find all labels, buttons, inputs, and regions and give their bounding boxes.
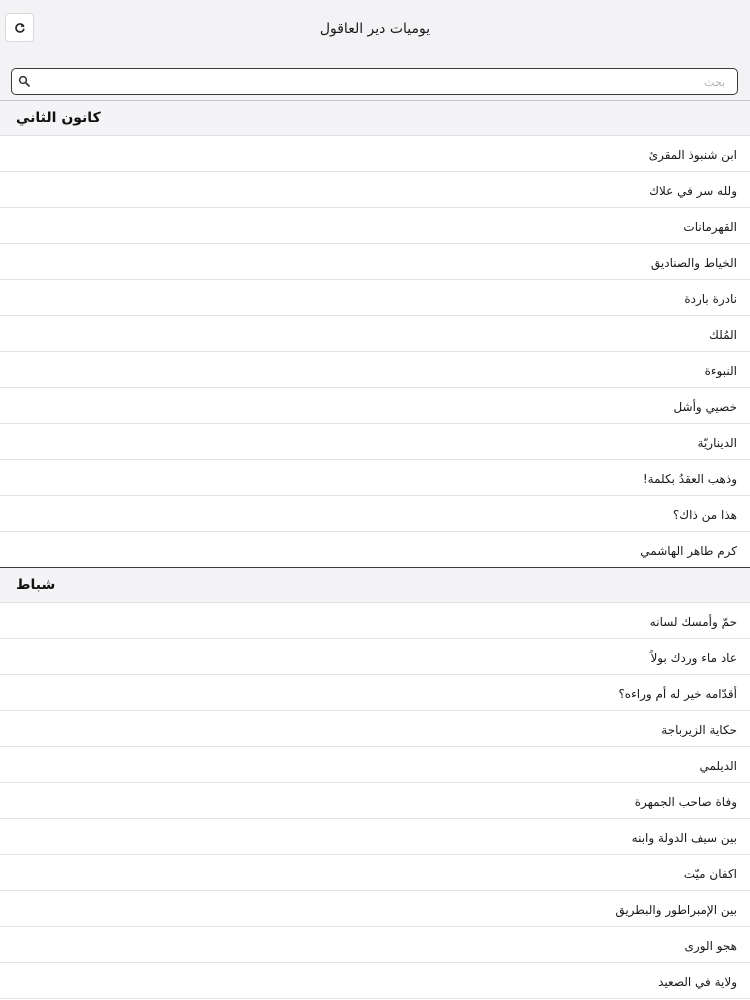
list-item[interactable]: وذهب العقدُ بكلمة! xyxy=(0,460,750,496)
list-item[interactable]: حكاية الزيرباجة xyxy=(0,711,750,747)
list-item[interactable]: خصيي وأشل xyxy=(0,388,750,424)
list-item-label: ابن شنبوذ المقرئ xyxy=(648,148,737,162)
list-item-label: بين سيف الدولة وابنه xyxy=(631,831,737,845)
list-item-label: المُلك xyxy=(708,328,737,342)
list-item[interactable]: كرم طاهر الهاشمي xyxy=(0,532,750,568)
list-item[interactable]: النبوءة xyxy=(0,352,750,388)
list-item-label: وذهب العقدُ بكلمة! xyxy=(642,472,737,486)
list-item-label: خصيي وأشل xyxy=(673,400,737,414)
list-item-label: ولله سر في علاك xyxy=(649,184,737,198)
section-header-january: كانون الثاني xyxy=(0,101,750,136)
section-header-february: شباط xyxy=(0,568,750,603)
list-item[interactable]: وفاة صاحب الجمهرة xyxy=(0,783,750,819)
search-field[interactable] xyxy=(11,68,738,95)
list-item[interactable]: عاد ماء وردك بولاً xyxy=(0,639,750,675)
list-item[interactable]: نادرة باردة xyxy=(0,280,750,316)
list-item[interactable]: اكفان ميّت xyxy=(0,855,750,891)
list-item-label: الخياط والصناديق xyxy=(650,256,737,270)
search-bar xyxy=(0,51,750,101)
list-item[interactable]: الخياط والصناديق xyxy=(0,244,750,280)
list-item-label: الديلمي xyxy=(699,759,737,773)
list: كانون الثاني ابن شنبوذ المقرئ ولله سر في… xyxy=(0,101,750,999)
list-item[interactable]: هذا من ذاك؟ xyxy=(0,496,750,532)
list-item-label: ولاية في الصعيد xyxy=(658,975,737,989)
list-item-label: نادرة باردة xyxy=(684,292,737,306)
list-item[interactable]: الديلمي xyxy=(0,747,750,783)
list-item[interactable]: القهرمانات xyxy=(0,208,750,244)
list-item-label: أقدّامه خير له أم وراءه؟ xyxy=(618,687,737,701)
list-item-label: هذا من ذاك؟ xyxy=(672,508,737,522)
section-title: كانون الثاني xyxy=(16,110,101,126)
section-title: شباط xyxy=(16,577,56,593)
list-item-label: حكاية الزيرباجة xyxy=(661,723,737,737)
page-title: يوميات دير العاقول xyxy=(319,21,431,37)
list-item-label: كرم طاهر الهاشمي xyxy=(640,544,737,558)
list-item-label: عاد ماء وردك بولاً xyxy=(650,651,737,665)
list-item-label: القهرمانات xyxy=(683,220,737,234)
search-input[interactable] xyxy=(38,72,727,93)
list-item[interactable]: حمّ وأمسك لسانه xyxy=(0,603,750,639)
list-item-label: بين الإمبراطور والبطريق xyxy=(615,903,737,917)
list-item[interactable]: ولاية في الصعيد xyxy=(0,963,750,999)
app-window: يوميات دير العاقول كانون الثاني ابن شنبو… xyxy=(0,0,750,1000)
list-item[interactable]: ولله سر في علاك xyxy=(0,172,750,208)
list-item[interactable]: ابن شنبوذ المقرئ xyxy=(0,136,750,172)
list-item[interactable]: أقدّامه خير له أم وراءه؟ xyxy=(0,675,750,711)
list-item-label: الديناريّة xyxy=(697,436,737,450)
list-item[interactable]: الديناريّة xyxy=(0,424,750,460)
search-icon xyxy=(18,75,30,87)
list-item-label: النبوءة xyxy=(704,364,737,378)
list-item[interactable]: هجو الورى xyxy=(0,927,750,963)
navigation-bar: يوميات دير العاقول xyxy=(0,0,750,51)
list-item[interactable]: بين الإمبراطور والبطريق xyxy=(0,891,750,927)
list-item-label: هجو الورى xyxy=(684,939,737,953)
list-item[interactable]: المُلك xyxy=(0,316,750,352)
list-item-label: حمّ وأمسك لسانه xyxy=(649,615,737,629)
list-item-label: وفاة صاحب الجمهرة xyxy=(634,795,737,809)
list-item-label: اكفان ميّت xyxy=(683,867,737,881)
list-item[interactable]: بين سيف الدولة وابنه xyxy=(0,819,750,855)
